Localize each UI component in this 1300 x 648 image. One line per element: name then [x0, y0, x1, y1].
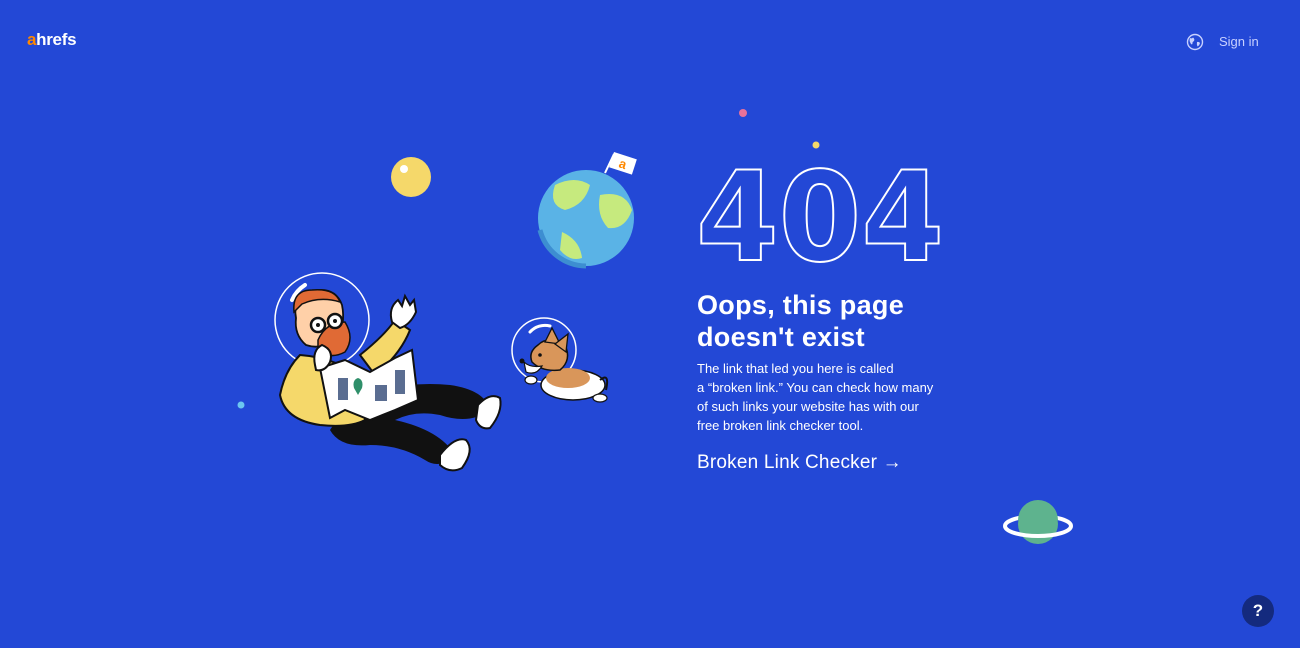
- planet-icon: [1003, 500, 1073, 544]
- title-line-2: doesn't exist: [697, 322, 865, 352]
- error-code-404: 404: [695, 154, 945, 266]
- description-line: of such links your website has with our: [697, 399, 919, 414]
- star-dot-blue: [237, 401, 245, 409]
- astronaut-icon: [274, 272, 502, 472]
- help-button[interactable]: ?: [1242, 595, 1274, 627]
- earth-icon: a: [537, 152, 637, 269]
- star-dot-yellow: [812, 141, 820, 149]
- star-dot-pink: [739, 109, 747, 117]
- space-illustration: a: [237, 109, 1073, 544]
- moon-icon: [391, 157, 431, 197]
- error-description: The link that led you here is called a “…: [697, 359, 947, 435]
- page-title: Oops, this page doesn't exist: [697, 289, 1017, 353]
- title-line-1: Oops, this page: [697, 290, 905, 320]
- error-code-text: 404: [696, 154, 944, 266]
- description-line: a “broken link.” You can check how many: [697, 380, 934, 395]
- broken-link-checker-link[interactable]: Broken Link Checker →: [697, 452, 902, 474]
- description-line: The link that led you here is called: [697, 361, 894, 376]
- space-dog-icon: [511, 317, 609, 403]
- question-icon: ?: [1252, 601, 1264, 620]
- description-line: free broken link checker tool.: [697, 418, 864, 433]
